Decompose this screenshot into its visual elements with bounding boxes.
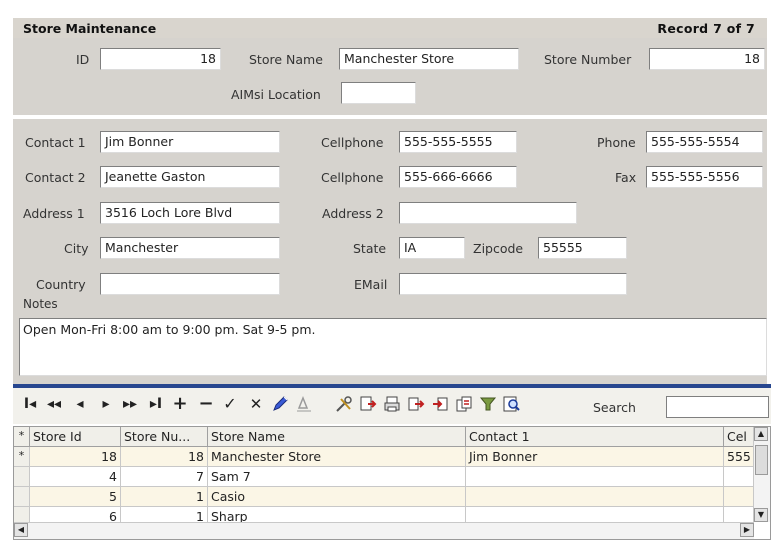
edit-pencil-icon[interactable] [271, 395, 289, 413]
column-header-cellphone[interactable]: Cel [724, 427, 754, 447]
refresh-icon[interactable] [295, 395, 313, 413]
horizontal-scrollbar[interactable]: ◀ ▶ [14, 522, 754, 539]
next-record-button[interactable]: ▸ [97, 396, 115, 412]
cellphone-cell[interactable] [724, 487, 754, 507]
import-icon[interactable] [431, 395, 449, 413]
grid-header-row: * Store Id Store Nu... Store Name Contac… [14, 427, 754, 447]
notes-field[interactable]: Open Mon-Fri 8:00 am to 9:00 pm. Sat 9-5… [19, 318, 767, 376]
cellphone1-label: Cellphone [321, 135, 384, 150]
store-number-field[interactable]: 18 [649, 48, 765, 70]
contact1-cell[interactable] [466, 487, 724, 507]
cellphone2-label: Cellphone [321, 170, 384, 185]
phone-label: Phone [597, 135, 636, 150]
filter-icon[interactable] [479, 395, 497, 413]
print-icon[interactable] [383, 395, 401, 413]
scroll-down-button[interactable]: ▼ [754, 508, 768, 522]
previous-record-button[interactable]: ◂ [71, 396, 89, 412]
city-field[interactable]: Manchester [100, 237, 280, 259]
previous-page-button[interactable]: ◂◂ [45, 396, 63, 412]
aimsi-location-field[interactable] [341, 82, 416, 104]
phone-field[interactable]: 555-555-5554 [646, 131, 763, 153]
city-label: City [64, 241, 89, 256]
contact2-field[interactable]: Jeanette Gaston [100, 166, 280, 188]
state-label: State [353, 241, 387, 256]
store-name-label: Store Name [249, 52, 323, 67]
address1-label: Address 1 [23, 206, 85, 221]
fax-label: Fax [615, 170, 637, 185]
store-identity-panel: ID 18 Store Name Manchester Store Store … [13, 38, 767, 115]
aimsi-location-label: AIMsi Location [231, 87, 321, 102]
store-number-cell[interactable]: 18 [121, 447, 208, 467]
row-marker[interactable]: * [14, 447, 30, 467]
add-record-button[interactable]: + [171, 393, 189, 414]
cellphone-cell[interactable] [724, 467, 754, 487]
grid-toolbar: I◂ ◂◂ ◂ ▸ ▸▸ ▸I + − ✓ ✕ Search [13, 388, 771, 424]
table-row[interactable]: 5 1 Casio [14, 487, 754, 507]
post-record-button[interactable]: ✓ [221, 394, 239, 413]
id-label: ID [76, 52, 90, 67]
cellphone2-field[interactable]: 555-666-6666 [399, 166, 517, 188]
column-header-store-number[interactable]: Store Nu... [121, 427, 208, 447]
store-id-cell[interactable]: 18 [30, 447, 121, 467]
store-number-label: Store Number [544, 52, 632, 67]
id-field[interactable]: 18 [100, 48, 221, 70]
cellphone-cell[interactable]: 555 [724, 447, 754, 467]
address2-field[interactable] [399, 202, 577, 224]
notes-label: Notes [23, 297, 58, 311]
state-field[interactable]: IA [399, 237, 465, 259]
contact1-label: Contact 1 [25, 135, 86, 150]
stores-grid: * Store Id Store Nu... Store Name Contac… [13, 426, 771, 540]
row-marker-header: * [14, 427, 30, 447]
address2-label: Address 2 [322, 206, 384, 221]
search-label: Search [593, 400, 636, 415]
table-row[interactable]: * 18 18 Manchester Store Jim Bonner 555 [14, 447, 754, 467]
store-name-field[interactable]: Manchester Store [339, 48, 519, 70]
delete-record-button[interactable]: − [197, 393, 215, 414]
country-label: Country [36, 277, 86, 292]
row-marker[interactable] [14, 467, 30, 487]
export-icon[interactable] [359, 395, 377, 413]
cellphone1-field[interactable]: 555-555-5555 [399, 131, 517, 153]
scroll-right-button[interactable]: ▶ [740, 523, 754, 537]
last-record-button[interactable]: ▸I [147, 396, 165, 412]
cancel-edit-button[interactable]: ✕ [247, 395, 265, 413]
contact1-field[interactable]: Jim Bonner [100, 131, 280, 153]
column-header-contact1[interactable]: Contact 1 [466, 427, 724, 447]
store-id-cell[interactable]: 5 [30, 487, 121, 507]
contact1-cell[interactable]: Jim Bonner [466, 447, 724, 467]
form-header: Store Maintenance Record 7 of 7 [13, 18, 767, 38]
store-name-cell[interactable]: Manchester Store [208, 447, 466, 467]
contact2-label: Contact 2 [25, 170, 86, 185]
contact1-cell[interactable] [466, 467, 724, 487]
row-marker[interactable] [14, 487, 30, 507]
first-record-button[interactable]: I◂ [21, 396, 39, 412]
store-id-cell[interactable]: 4 [30, 467, 121, 487]
fax-field[interactable]: 555-555-5556 [646, 166, 763, 188]
store-number-cell[interactable]: 7 [121, 467, 208, 487]
scroll-up-button[interactable]: ▲ [754, 427, 768, 441]
search-icon[interactable] [503, 395, 521, 413]
send-icon[interactable] [407, 395, 425, 413]
column-header-store-name[interactable]: Store Name [208, 427, 466, 447]
column-header-store-id[interactable]: Store Id [30, 427, 121, 447]
email-field[interactable] [399, 273, 627, 295]
vertical-scrollbar[interactable]: ▲ ▼ [753, 427, 770, 522]
country-field[interactable] [100, 273, 280, 295]
store-name-cell[interactable]: Sam 7 [208, 467, 466, 487]
zipcode-field[interactable]: 55555 [538, 237, 627, 259]
search-input[interactable] [666, 396, 769, 418]
vertical-scroll-thumb[interactable] [755, 445, 768, 475]
copy-icon[interactable] [455, 395, 473, 413]
email-label: EMail [354, 277, 388, 292]
store-number-cell[interactable]: 1 [121, 487, 208, 507]
table-row[interactable]: 4 7 Sam 7 [14, 467, 754, 487]
record-indicator: Record 7 of 7 [657, 21, 755, 36]
next-page-button[interactable]: ▸▸ [121, 396, 139, 412]
zipcode-label: Zipcode [473, 241, 524, 256]
address1-field[interactable]: 3516 Loch Lore Blvd [100, 202, 280, 224]
scroll-left-button[interactable]: ◀ [14, 523, 28, 537]
tools-icon[interactable] [335, 395, 353, 413]
form-title: Store Maintenance [23, 21, 157, 36]
store-name-cell[interactable]: Casio [208, 487, 466, 507]
